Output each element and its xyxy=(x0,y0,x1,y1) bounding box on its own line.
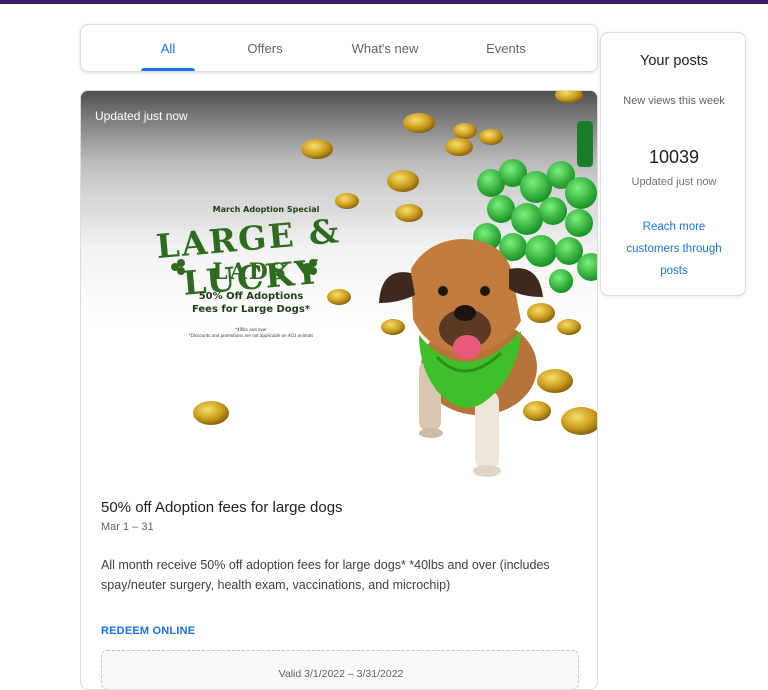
tab-events[interactable]: Events xyxy=(463,25,549,71)
image-offer-line-1: 50% Off Adoptions xyxy=(198,291,304,302)
post-image[interactable]: March Adoption Special LARGE & LUCKY LAD… xyxy=(81,91,597,481)
tab-offers[interactable]: Offers xyxy=(222,25,308,71)
post-filter-tabs: All Offers What's new Events xyxy=(80,24,598,72)
image-fine-print-2: *Discounts and promotions are not applic… xyxy=(188,333,314,338)
tab-all[interactable]: All xyxy=(125,25,211,71)
views-count: 10039 xyxy=(648,147,700,167)
image-fine-print-1: *40lbs and over xyxy=(235,327,267,332)
your-posts-card: Your posts New views this week 10039 Upd… xyxy=(600,32,746,296)
tab-whats-new[interactable]: What's new xyxy=(335,25,435,71)
your-posts-title: Your posts xyxy=(640,53,708,69)
image-offer-line-2: Fees for Large Dogs* xyxy=(191,304,311,315)
redeem-online-link[interactable]: REDEEM ONLINE xyxy=(101,625,195,637)
active-tab-indicator xyxy=(141,68,195,71)
top-bar xyxy=(0,0,768,4)
post-description: All month receive 50% off adoption fees … xyxy=(101,558,550,592)
views-updated-label: Updated just now xyxy=(631,176,717,188)
validity-box: Valid 3/1/2022 – 3/31/2022 xyxy=(101,650,579,689)
new-views-label: New views this week xyxy=(623,95,725,107)
image-headline-lads: LADS xyxy=(212,259,288,285)
validity-text: Valid 3/1/2022 – 3/31/2022 xyxy=(278,668,404,680)
reach-more-customers-link[interactable]: Reach more customers through posts xyxy=(621,216,727,282)
post-date: Mar 1 – 31 xyxy=(101,521,154,533)
post-updated-label: Updated just now xyxy=(95,109,188,123)
post-card: March Adoption Special LARGE & LUCKY LAD… xyxy=(80,90,598,690)
post-title: 50% off Adoption fees for large dogs xyxy=(101,499,343,516)
